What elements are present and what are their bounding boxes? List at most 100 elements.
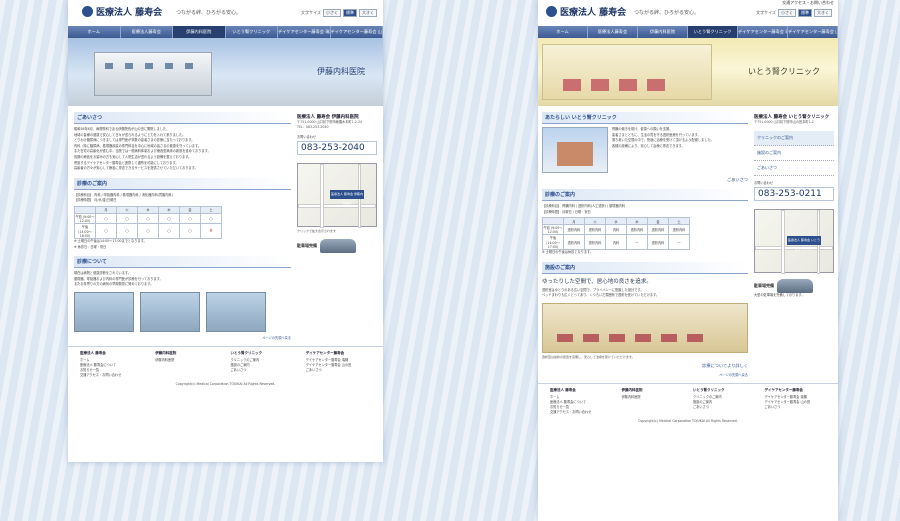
side-menu: クリニックのご案内 施設のご案内 ごあいさつ bbox=[754, 131, 834, 176]
page-ito-naika: 医療法人 藤寿会 つながる絆、ひろがる安心。 文字サイズ 小さく 標準 大きく … bbox=[68, 0, 383, 462]
copyright: Copyright(c) Medical Corporation TOJUKAI… bbox=[175, 381, 276, 386]
nav-daycare-mizuho[interactable]: デイケアセンター藤寿会 瑞穂 bbox=[278, 26, 331, 38]
hero-banner: いとう腎クリニック bbox=[538, 38, 838, 106]
table-row: 午後 (14:00〜18:00) ○ ○ ○ ○ ○ ※ bbox=[74, 222, 222, 239]
back-to-top-link[interactable]: ページの先頭へ戻る bbox=[74, 335, 291, 340]
footer-sitemap: 医療法人 藤寿会 ホーム 医療法人 藤寿会について お知らせ一覧 交通アクセス・お問い合… bbox=[538, 382, 838, 415]
nav-home[interactable]: ホーム bbox=[538, 26, 588, 38]
side-menu-facility-guide[interactable]: 施設のご案内 bbox=[754, 146, 834, 161]
schedule-table: 月火水木金土 午前 (9:00〜12:00) 透析内科 透析内科 内科 透析内科 透析内科… bbox=[542, 217, 690, 251]
global-nav: ホーム 医療法人藤寿会 伊藤内科医院 いとう腎クリニック デイケアセンター藤寿会… bbox=[68, 26, 383, 38]
photo-caption: 透析室は最新の装置を完備し、安心して治療を受けていただけます。 bbox=[542, 354, 635, 359]
font-size-switcher: 文字サイズ 小さく 標準 大きく bbox=[756, 9, 832, 17]
font-large-button[interactable]: 大きく bbox=[814, 9, 832, 17]
table-row: 午後 (14:00〜17:00) 透析内科 透析内科 内科 ― 透析内科 ― bbox=[542, 234, 690, 251]
footer-link[interactable]: 交通アクセス・お問い合わせ bbox=[550, 410, 612, 415]
footer-link[interactable]: ごあいさつ bbox=[306, 368, 371, 373]
nav-tojukai[interactable]: 医療法人藤寿会 bbox=[588, 26, 638, 38]
nav-daycare-mizuho[interactable]: デイケアセンター藤寿会 瑞穂 bbox=[738, 26, 788, 38]
facility-text: 透析室はゆとりのある広い空間で、プライバシーに配慮した設計です。 ベッドまわりも広… bbox=[542, 287, 660, 298]
tagline: つながる絆、ひろがる安心。 bbox=[634, 10, 700, 16]
photo-reception bbox=[74, 291, 134, 332]
table-header-row: 月火水木金土 bbox=[74, 205, 222, 214]
logo-mark-icon bbox=[82, 6, 93, 17]
side-menu-greeting[interactable]: ごあいさつ bbox=[754, 161, 834, 176]
map-pin: 医療法人 藤寿会 伊藤内科医院 bbox=[330, 190, 364, 205]
site-logo[interactable]: 医療法人 藤寿会 bbox=[546, 5, 626, 18]
logo-text: 医療法人 藤寿会 bbox=[96, 8, 163, 18]
header: 医療法人 藤寿会 つながる絆、ひろがる安心。 文字サイズ 小さく 標準 大きく bbox=[68, 0, 383, 26]
table-footnote-2: ※ 休診日：日曜・祝日 bbox=[74, 244, 107, 249]
clinic-hours: 【診療時間】 月曜日 / 日曜・祝日 bbox=[542, 209, 591, 214]
car-icon bbox=[777, 279, 813, 293]
phone-number[interactable]: 083-253-2040 bbox=[297, 141, 377, 155]
access-map[interactable]: 医療法人 藤寿会 いとう腎クリニック bbox=[754, 209, 834, 274]
clinic-address: 〒751-0000 山口県下関市山の田本町1-2 bbox=[754, 120, 814, 124]
back-to-top-link[interactable]: ページの先頭へ戻る bbox=[542, 372, 748, 377]
car-icon bbox=[320, 239, 356, 253]
table-footnote: ※ 土曜日の午後は休診となります。 bbox=[542, 250, 594, 255]
nav-ito-naika[interactable]: 伊藤内科医院 bbox=[173, 26, 226, 38]
dialysis-room-photo bbox=[542, 302, 748, 353]
clinic-building-photo bbox=[542, 127, 608, 173]
nav-ito-naika[interactable]: 伊藤内科医院 bbox=[638, 26, 688, 38]
parking-info: 駐車場完備 bbox=[297, 239, 377, 253]
facility-photos bbox=[74, 291, 291, 332]
contact-label: お問い合わせ bbox=[754, 181, 774, 185]
hero-banner: 伊藤内科医院 bbox=[68, 38, 383, 106]
footer-link[interactable]: ごあいさつ bbox=[231, 368, 296, 373]
page-ito-jin-clinic: 交通アクセス・お問い合わせ 医療法人 藤寿会 つながる絆、ひろがる安心。 文字サ… bbox=[538, 0, 838, 521]
parking-info: 駐車場完備 bbox=[754, 279, 834, 293]
contact-label: お問い合わせ bbox=[297, 135, 317, 139]
access-map[interactable]: 医療法人 藤寿会 伊藤内科医院 bbox=[297, 163, 377, 228]
footer-sitemap: 医療法人 藤寿会 ホーム 医療法人 藤寿会について お知らせ一覧 交通アクセス・お問い合… bbox=[68, 345, 383, 378]
font-size-switcher: 文字サイズ 小さく 標準 大きく bbox=[301, 9, 377, 17]
about-heading: 診療について bbox=[74, 256, 291, 269]
footer-link[interactable]: 伊藤内科医院 bbox=[622, 395, 684, 400]
nav-ito-jin[interactable]: いとう腎クリニック bbox=[688, 26, 738, 38]
footer-link[interactable]: 交通アクセス・お問い合わせ bbox=[80, 373, 145, 378]
global-nav: ホーム 医療法人藤寿会 伊藤内科医院 いとう腎クリニック デイケアセンター藤寿会… bbox=[538, 26, 838, 38]
phone-number[interactable]: 083-253-0211 bbox=[754, 187, 834, 201]
waiting-room-photo bbox=[542, 44, 712, 100]
footer-link[interactable]: ごあいさつ bbox=[693, 405, 755, 410]
schedule-table: 月火水木金土 午前 (9:00〜12:00) ○ ○ ○ ○ ○ ○ 午後 (14:00〜1… bbox=[74, 205, 222, 239]
footer-link[interactable]: 伊藤内科医院 bbox=[155, 358, 220, 363]
building-photo bbox=[94, 52, 212, 96]
table-header-row: 月火水木金土 bbox=[542, 217, 690, 226]
clinic-tel-text: TEL：083-253-2040 bbox=[297, 125, 329, 129]
treatment-detail-link[interactable]: 診療についてより詳しく bbox=[542, 363, 748, 369]
header: 交通アクセス・お問い合わせ 医療法人 藤寿会 つながる絆、ひろがる安心。 文字サ… bbox=[538, 0, 838, 26]
font-normal-button[interactable]: 標準 bbox=[798, 9, 812, 17]
new-clinic-heading: あたらしい いとう腎クリニック bbox=[542, 112, 748, 124]
nav-daycare-yamanota[interactable]: デイケアセンター藤寿会 山の田 bbox=[788, 26, 838, 38]
access-contact-link[interactable]: 交通アクセス・お問い合わせ bbox=[782, 0, 834, 6]
nav-home[interactable]: ホーム bbox=[68, 26, 121, 38]
intro-text: 腎臓の働きを助け、健康への願いを支援。 患者さまとともに、生活の質を守る透析医療を… bbox=[612, 127, 714, 148]
nav-daycare-yamanota[interactable]: デイケアセンター藤寿会 山の田 bbox=[331, 26, 383, 38]
facility-catchcopy: ゆったりした空間で、居心地の良さを追求。 bbox=[542, 278, 652, 285]
greeting-heading: ごあいさつ bbox=[74, 112, 291, 124]
font-large-button[interactable]: 大きく bbox=[359, 9, 377, 17]
nav-tojukai[interactable]: 医療法人藤寿会 bbox=[121, 26, 173, 38]
font-small-button[interactable]: 小さく bbox=[778, 9, 796, 17]
facility-heading: 施設のご案内 bbox=[542, 261, 748, 274]
greeting-text: 昭和58年6月、病理専科である伊藤院長が山の田に開院しました。 地域の皆様の健康で… bbox=[74, 127, 211, 171]
footer-link[interactable]: ごあいさつ bbox=[765, 405, 827, 410]
side-menu-clinic-guide[interactable]: クリニックのご案内 bbox=[754, 131, 834, 146]
sidebar: 医療法人 藤寿会 伊藤内科医院 〒751-0000 山口県下関市綾羅木本町1-2… bbox=[297, 106, 377, 340]
sidebar: 医療法人 藤寿会 いとう腎クリニック 〒751-0000 山口県下関市山の田本町… bbox=[754, 106, 834, 377]
font-size-label: 文字サイズ bbox=[756, 10, 776, 15]
clinic-info-heading: 診療のご案内 bbox=[542, 189, 748, 201]
table-row: 午前 (9:00〜12:00) 透析内科 透析内科 内科 透析内科 透析内科 透析内科 bbox=[542, 224, 690, 236]
nav-ito-jin[interactable]: いとう腎クリニック bbox=[226, 26, 278, 38]
font-normal-button[interactable]: 標準 bbox=[343, 9, 357, 17]
copyright: Copyright(c) Medical Corporation TOJUKAI… bbox=[638, 418, 738, 423]
parking-text: 大型の駐車場を完備しております。 bbox=[754, 293, 805, 297]
map-enlarge-link[interactable]: クリックで拡大表示されます bbox=[297, 229, 377, 233]
font-size-label: 文字サイズ bbox=[301, 10, 321, 15]
greeting-link[interactable]: ごあいさつ bbox=[542, 177, 748, 183]
map-pin: 医療法人 藤寿会 いとう腎クリニック bbox=[787, 236, 821, 251]
site-logo[interactable]: 医療法人 藤寿会 bbox=[82, 5, 162, 18]
font-small-button[interactable]: 小さく bbox=[323, 9, 341, 17]
